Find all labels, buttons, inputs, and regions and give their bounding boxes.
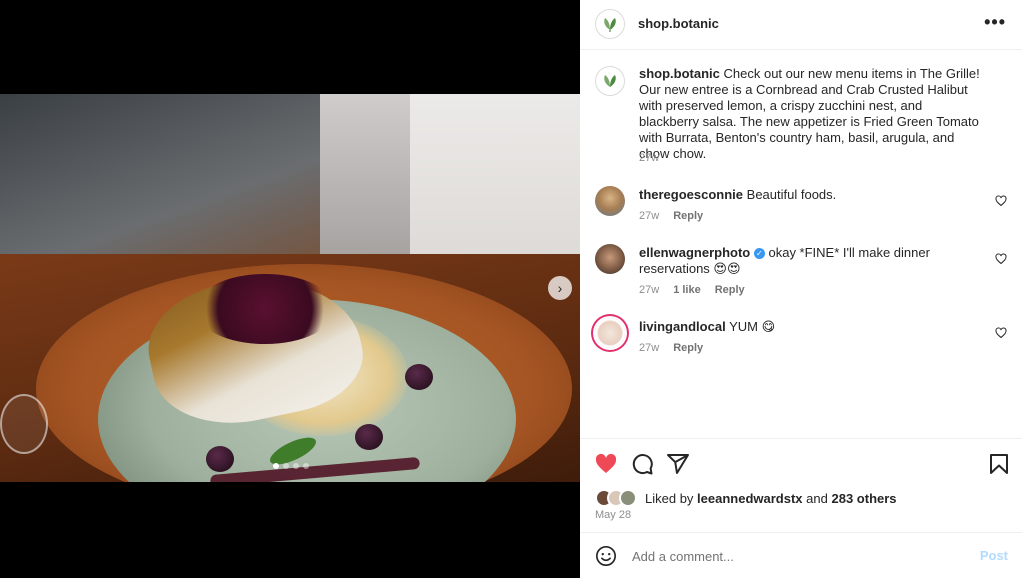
post-media: ›: [0, 0, 580, 578]
carousel-dot: [283, 463, 289, 469]
botanic-leaf-logo: [604, 75, 616, 87]
wine-glass: [0, 394, 48, 454]
comment-meta: 27w 1 like Reply: [639, 284, 745, 296]
liked-by-username[interactable]: leeannedwardstx: [697, 491, 803, 506]
comment-age[interactable]: 27w: [639, 210, 659, 222]
comment-composer: Post: [580, 532, 1022, 578]
bookmark-icon[interactable]: [987, 452, 1011, 476]
heart-outline-icon[interactable]: [995, 253, 1007, 265]
caption-age[interactable]: 27w: [639, 152, 659, 164]
reply-button[interactable]: Reply: [673, 210, 703, 222]
comment-username[interactable]: ellenwagnerphoto: [639, 245, 750, 260]
comment-input[interactable]: [630, 545, 960, 567]
avatar-story-ring[interactable]: [595, 318, 625, 348]
reply-button[interactable]: Reply: [673, 342, 703, 354]
post-comment-button[interactable]: Post: [980, 548, 1008, 563]
liked-by-prefix: Liked by: [645, 490, 694, 506]
comment-text: livingandlocal YUM 😋: [639, 319, 984, 335]
post-side-panel: shop.botanic ••• shop.botanic Check out …: [580, 0, 1022, 578]
background-chair: [320, 94, 410, 254]
blackberry: [405, 364, 433, 390]
comment-age[interactable]: 27w: [639, 342, 659, 354]
botanic-leaf-logo: [604, 18, 616, 32]
comment-age[interactable]: 27w: [639, 284, 659, 296]
caption-meta: 27w: [639, 152, 659, 164]
caption: shop.botanic Check out our new menu item…: [595, 66, 1007, 176]
caption-username[interactable]: shop.botanic: [639, 66, 720, 81]
comment-item: ellenwagnerphoto ✓ okay *FINE* I'll make…: [595, 244, 1007, 306]
comment-text: theregoesconnie Beautiful foods.: [639, 187, 984, 203]
post-actions: Liked by leeannedwardstx and 283 others …: [580, 438, 1022, 532]
emoji-icon[interactable]: [595, 545, 617, 567]
liked-by: Liked by leeannedwardstx and 283 others: [595, 489, 897, 507]
post-photo[interactable]: [0, 94, 580, 482]
comment-icon[interactable]: [630, 452, 654, 476]
post-author-username[interactable]: shop.botanic: [638, 16, 719, 31]
avatar: [619, 489, 637, 507]
carousel-next-button[interactable]: ›: [548, 276, 572, 300]
post-header: shop.botanic •••: [580, 0, 1022, 50]
avatar[interactable]: [595, 186, 625, 216]
comment-item: theregoesconnie Beautiful foods. 27w Rep…: [595, 186, 1007, 236]
reply-button[interactable]: Reply: [715, 284, 745, 296]
more-horizontal-icon[interactable]: •••: [984, 12, 1006, 33]
blackberry: [355, 424, 383, 450]
post-date[interactable]: May 28: [595, 509, 631, 521]
avatar[interactable]: [595, 244, 625, 274]
heart-outline-icon[interactable]: [995, 195, 1007, 207]
verified-badge-icon: ✓: [753, 248, 765, 259]
comment-body: YUM 😋: [729, 319, 776, 334]
carousel-dot: [293, 463, 299, 469]
carousel-dot: [273, 463, 279, 469]
caption-text: shop.botanic Check out our new menu item…: [639, 66, 984, 162]
liked-by-and: and: [806, 490, 828, 506]
blackberry: [206, 446, 234, 472]
comment-username[interactable]: theregoesconnie: [639, 187, 743, 202]
carousel-dots: [273, 463, 309, 469]
carousel-dot: [303, 463, 309, 469]
avatar[interactable]: [595, 66, 625, 96]
comment-likes-count[interactable]: 1 like: [673, 284, 701, 296]
heart-outline-icon[interactable]: [995, 327, 1007, 339]
share-icon[interactable]: [666, 452, 690, 476]
comment-item: livingandlocal YUM 😋 27w Reply: [595, 318, 1007, 368]
chevron-right-icon: ›: [557, 280, 563, 296]
comment-meta: 27w Reply: [639, 342, 703, 354]
comment-meta: 27w Reply: [639, 210, 703, 222]
liked-by-avatars: [595, 489, 641, 507]
avatar[interactable]: [595, 9, 625, 39]
liked-by-others[interactable]: 283 others: [832, 491, 897, 506]
comment-body: Beautiful foods.: [746, 187, 837, 202]
comment-username[interactable]: livingandlocal: [639, 319, 726, 334]
comment-text: ellenwagnerphoto ✓ okay *FINE* I'll make…: [639, 245, 984, 277]
comments-section: shop.botanic Check out our new menu item…: [580, 50, 1022, 438]
blackberry-salsa: [195, 274, 335, 344]
heart-filled-icon[interactable]: [594, 452, 618, 476]
